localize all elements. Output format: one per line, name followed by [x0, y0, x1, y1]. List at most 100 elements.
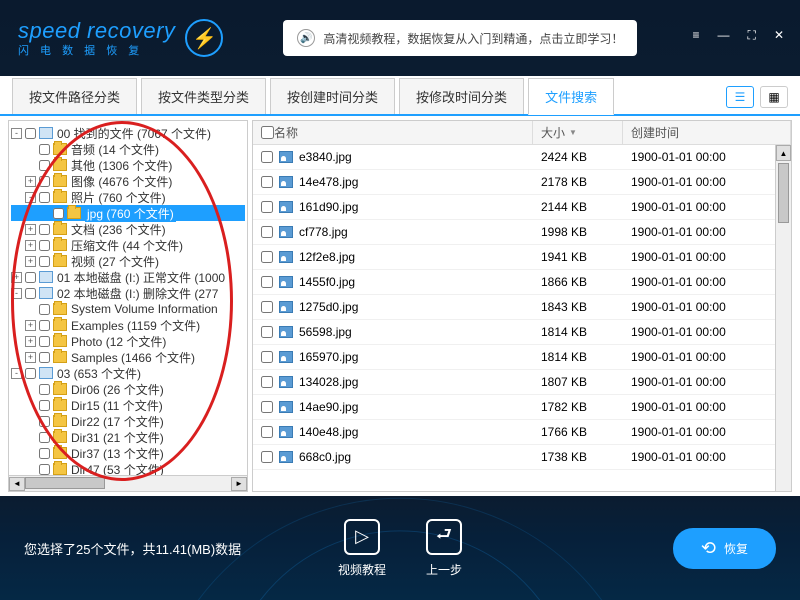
menu-icon[interactable]: ≡: [693, 28, 700, 43]
tree-node[interactable]: Dir37 (13 个文件): [11, 445, 245, 461]
h-thumb[interactable]: [25, 477, 105, 489]
file-row[interactable]: 1455f0.jpg1866 KB1900-01-01 00:00: [253, 270, 791, 295]
minimize-button[interactable]: —: [718, 28, 730, 43]
node-checkbox[interactable]: [39, 240, 50, 251]
tree-node[interactable]: 其他 (1306 个文件): [11, 157, 245, 173]
expand-icon[interactable]: +: [11, 272, 22, 283]
tree-node[interactable]: +文档 (236 个文件): [11, 221, 245, 237]
tree-node[interactable]: +Samples (1466 个文件): [11, 349, 245, 365]
file-row[interactable]: 161d90.jpg2144 KB1900-01-01 00:00: [253, 195, 791, 220]
row-checkbox[interactable]: [261, 326, 273, 338]
row-checkbox[interactable]: [261, 351, 273, 363]
scroll-up-icon[interactable]: ▲: [776, 145, 791, 161]
grid-view-button[interactable]: ▦: [760, 86, 788, 108]
tree-node[interactable]: +压缩文件 (44 个文件): [11, 237, 245, 253]
tab-4[interactable]: 文件搜索: [528, 78, 614, 115]
tree-node[interactable]: +视频 (27 个文件): [11, 253, 245, 269]
row-checkbox[interactable]: [261, 251, 273, 263]
expand-icon[interactable]: +: [25, 336, 36, 347]
recover-button[interactable]: ⟲ 恢复: [673, 528, 776, 569]
expand-icon[interactable]: -: [11, 128, 22, 139]
scroll-right-icon[interactable]: ►: [231, 477, 247, 491]
close-button[interactable]: ✕: [774, 28, 784, 43]
node-checkbox[interactable]: [53, 208, 64, 219]
node-checkbox[interactable]: [39, 176, 50, 187]
v-scrollbar[interactable]: ▲: [775, 145, 791, 491]
file-row[interactable]: cf778.jpg1998 KB1900-01-01 00:00: [253, 220, 791, 245]
tab-1[interactable]: 按文件类型分类: [141, 78, 266, 114]
node-checkbox[interactable]: [39, 256, 50, 267]
node-checkbox[interactable]: [39, 352, 50, 363]
node-checkbox[interactable]: [39, 432, 50, 443]
node-checkbox[interactable]: [39, 160, 50, 171]
tree-node[interactable]: +Examples (1159 个文件): [11, 317, 245, 333]
select-all-checkbox[interactable]: [261, 126, 274, 139]
h-scrollbar[interactable]: ◄ ►: [9, 475, 247, 491]
node-checkbox[interactable]: [39, 384, 50, 395]
expand-icon[interactable]: -: [11, 288, 22, 299]
row-checkbox[interactable]: [261, 451, 273, 463]
expand-icon[interactable]: -: [11, 368, 22, 379]
file-row[interactable]: 134028.jpg1807 KB1900-01-01 00:00: [253, 370, 791, 395]
tab-3[interactable]: 按修改时间分类: [399, 78, 524, 114]
tree-node[interactable]: -照片 (760 个文件): [11, 189, 245, 205]
node-checkbox[interactable]: [39, 224, 50, 235]
tree-node[interactable]: +图像 (4676 个文件): [11, 173, 245, 189]
node-checkbox[interactable]: [39, 448, 50, 459]
node-checkbox[interactable]: [39, 144, 50, 155]
node-checkbox[interactable]: [39, 304, 50, 315]
file-row[interactable]: 668c0.jpg1738 KB1900-01-01 00:00: [253, 445, 791, 470]
tree-node[interactable]: -03 (653 个文件): [11, 365, 245, 381]
tree-node[interactable]: System Volume Information: [11, 301, 245, 317]
file-row[interactable]: 140e48.jpg1766 KB1900-01-01 00:00: [253, 420, 791, 445]
col-name[interactable]: 名称: [274, 124, 298, 141]
row-checkbox[interactable]: [261, 151, 273, 163]
node-checkbox[interactable]: [39, 464, 50, 475]
row-checkbox[interactable]: [261, 276, 273, 288]
v-thumb[interactable]: [778, 163, 789, 223]
expand-icon[interactable]: +: [25, 352, 36, 363]
node-checkbox[interactable]: [25, 368, 36, 379]
file-row[interactable]: e3840.jpg2424 KB1900-01-01 00:00: [253, 145, 791, 170]
node-checkbox[interactable]: [39, 400, 50, 411]
node-checkbox[interactable]: [25, 288, 36, 299]
row-checkbox[interactable]: [261, 426, 273, 438]
tree-node[interactable]: +Photo (12 个文件): [11, 333, 245, 349]
row-checkbox[interactable]: [261, 201, 273, 213]
list-header[interactable]: 名称 大小▼ 创建时间: [253, 121, 791, 145]
expand-icon[interactable]: +: [25, 240, 36, 251]
tab-0[interactable]: 按文件路径分类: [12, 78, 137, 114]
file-row[interactable]: 12f2e8.jpg1941 KB1900-01-01 00:00: [253, 245, 791, 270]
expand-icon[interactable]: -: [25, 192, 36, 203]
expand-icon[interactable]: +: [25, 320, 36, 331]
node-checkbox[interactable]: [25, 128, 36, 139]
col-ctime[interactable]: 创建时间: [631, 124, 679, 141]
tab-2[interactable]: 按创建时间分类: [270, 78, 395, 114]
file-row[interactable]: 1275d0.jpg1843 KB1900-01-01 00:00: [253, 295, 791, 320]
tree-node[interactable]: -00 找到的文件 (7067 个文件): [11, 125, 245, 141]
back-button[interactable]: ⮐ 上一步: [426, 519, 462, 578]
row-checkbox[interactable]: [261, 401, 273, 413]
expand-icon[interactable]: +: [25, 224, 36, 235]
maximize-button[interactable]: ⛶: [748, 28, 756, 43]
tree-node[interactable]: +01 本地磁盘 (I:) 正常文件 (1000: [11, 269, 245, 285]
tree-node[interactable]: Dir31 (21 个文件): [11, 429, 245, 445]
expand-icon[interactable]: +: [25, 256, 36, 267]
node-checkbox[interactable]: [39, 320, 50, 331]
tree-node[interactable]: 音频 (14 个文件): [11, 141, 245, 157]
tree-node[interactable]: Dir15 (11 个文件): [11, 397, 245, 413]
tree-node[interactable]: Dir06 (26 个文件): [11, 381, 245, 397]
expand-icon[interactable]: +: [25, 176, 36, 187]
tree-node[interactable]: -02 本地磁盘 (I:) 删除文件 (277: [11, 285, 245, 301]
row-checkbox[interactable]: [261, 301, 273, 313]
col-size[interactable]: 大小: [541, 124, 565, 141]
row-checkbox[interactable]: [261, 226, 273, 238]
node-checkbox[interactable]: [25, 272, 36, 283]
list-view-button[interactable]: ☰: [726, 86, 754, 108]
folder-tree[interactable]: -00 找到的文件 (7067 个文件)音频 (14 个文件)其他 (1306 …: [8, 120, 248, 492]
file-row[interactable]: 14e478.jpg2178 KB1900-01-01 00:00: [253, 170, 791, 195]
tree-node[interactable]: Dir22 (17 个文件): [11, 413, 245, 429]
scroll-left-icon[interactable]: ◄: [9, 477, 25, 491]
file-row[interactable]: 56598.jpg1814 KB1900-01-01 00:00: [253, 320, 791, 345]
file-row[interactable]: 14ae90.jpg1782 KB1900-01-01 00:00: [253, 395, 791, 420]
